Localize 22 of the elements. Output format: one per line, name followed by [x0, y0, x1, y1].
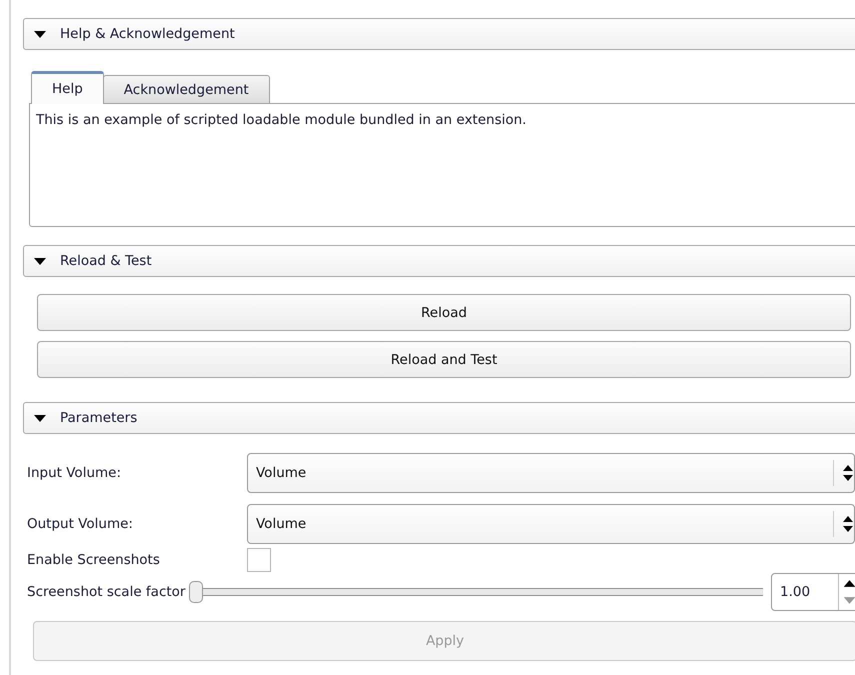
- tab[interactable]: Help: [31, 71, 104, 104]
- volume-dropdown[interactable]: Volume: [247, 452, 855, 492]
- tab[interactable]: Acknowledgement: [102, 75, 270, 103]
- up-down-arrows-icon: [842, 514, 854, 532]
- slider-handle[interactable]: [189, 581, 204, 603]
- section-title: Help & Acknowledgement: [60, 26, 235, 42]
- push-button[interactable]: Reload: [37, 294, 851, 331]
- section-title: Parameters: [60, 410, 138, 426]
- section-header[interactable]: Reload & Test: [23, 245, 855, 277]
- spin-box[interactable]: 1.00: [771, 573, 855, 611]
- field-label: Output Volume:: [27, 516, 134, 532]
- help-text: This is an example of scripted loadable module bundled in an extension.: [36, 112, 528, 128]
- up-down-arrows-icon: [842, 464, 854, 482]
- volume-dropdown[interactable]: Volume: [247, 504, 855, 544]
- field-label: Input Volume:: [27, 464, 122, 480]
- field-label: Screenshot scale factor: [27, 584, 186, 600]
- field-label: Enable Screenshots: [27, 552, 161, 568]
- section-title: Reload & Test: [60, 253, 152, 269]
- push-button[interactable]: Reload and Test: [37, 341, 851, 378]
- section-header[interactable]: Parameters: [23, 402, 855, 434]
- checkbox[interactable]: [247, 548, 271, 572]
- section-header[interactable]: Help & Acknowledgement: [23, 18, 855, 50]
